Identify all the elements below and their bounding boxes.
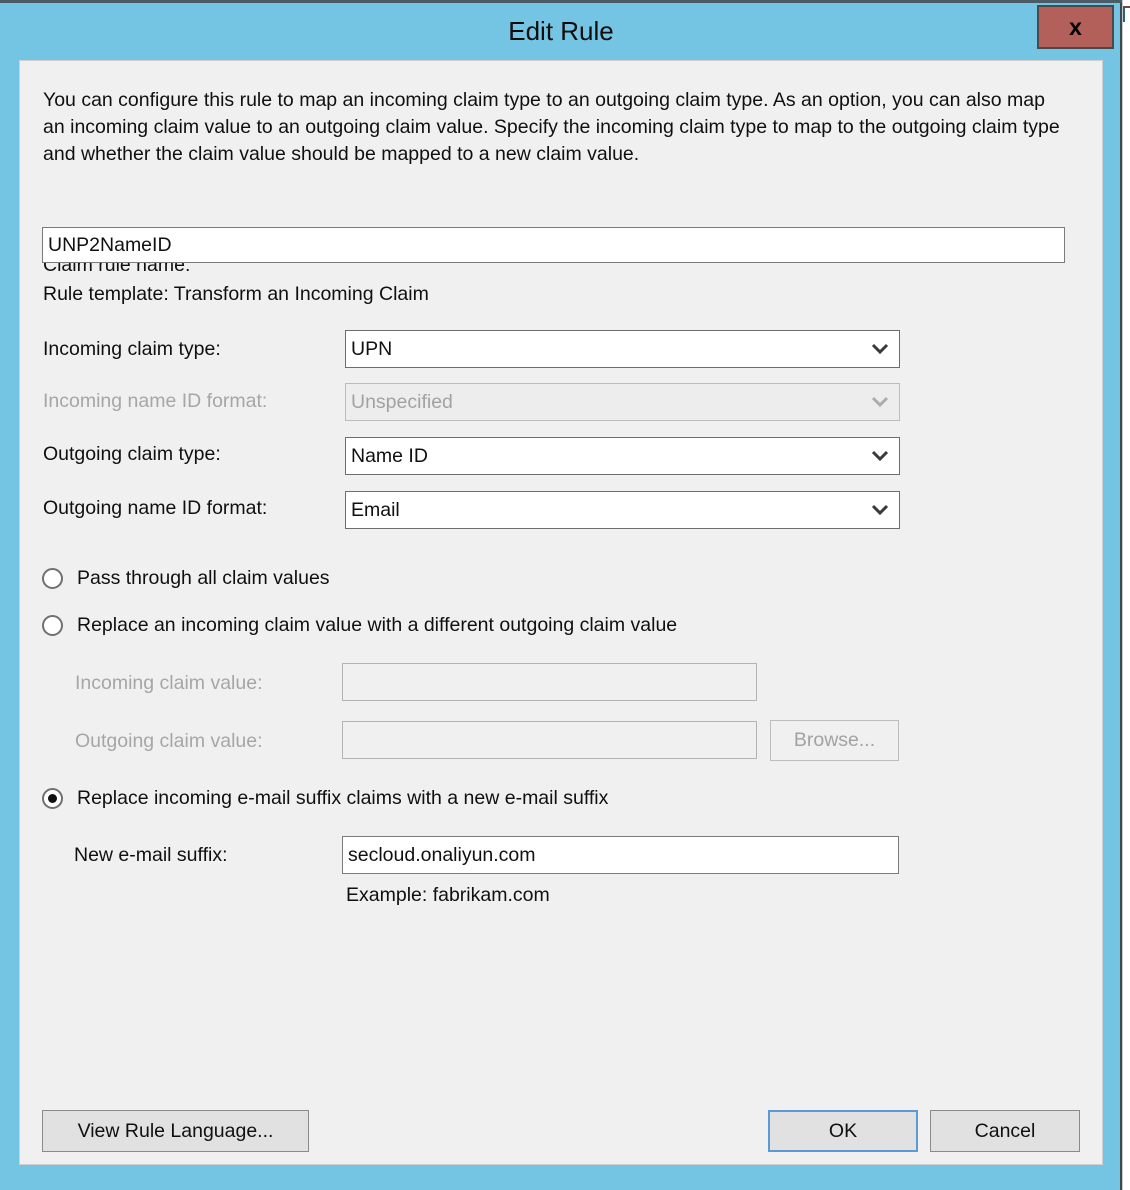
chevron-down-icon (870, 384, 890, 420)
incoming-claim-type-value: UPN (351, 338, 393, 360)
radio-replace-incoming-claim-value[interactable]: Replace an incoming claim value with a d… (42, 614, 677, 637)
incoming-name-id-format-select: Unspecified (345, 383, 900, 421)
incoming-claim-type-select[interactable]: UPN (345, 330, 900, 368)
ok-button[interactable]: OK (768, 1110, 918, 1152)
rule-template-label: Rule template: Transform an Incoming Cla… (43, 283, 429, 305)
outgoing-claim-type-select[interactable]: Name ID (345, 437, 900, 475)
radio-replace-value-label: Replace an incoming claim value with a d… (77, 614, 678, 636)
outgoing-claim-value-label: Outgoing claim value: (75, 730, 263, 752)
new-email-suffix-input[interactable]: secloud.onaliyun.com (342, 836, 899, 874)
claim-rule-name-input[interactable]: UNP2NameID (42, 227, 1065, 263)
titlebar: Edit Rule x (0, 3, 1122, 60)
incoming-name-id-format-label: Incoming name ID format: (43, 390, 268, 412)
intro-description: You can configure this rule to map an in… (43, 89, 1060, 165)
background-window-fragment (1123, 6, 1130, 22)
background-window-sliver (1122, 0, 1130, 1190)
browse-button: Browse... (770, 720, 899, 761)
outgoing-claim-type-label: Outgoing claim type: (43, 443, 221, 465)
radio-pass-through-all-claim-values[interactable]: Pass through all claim values (42, 567, 330, 590)
window-title: Edit Rule (508, 16, 614, 46)
outgoing-name-id-format-label: Outgoing name ID format: (43, 497, 268, 519)
edit-rule-dialog: Edit Rule x You can configure this rule … (0, 0, 1122, 1190)
view-rule-language-button[interactable]: View Rule Language... (42, 1110, 309, 1152)
chevron-down-icon (870, 438, 890, 474)
chevron-down-icon (870, 492, 890, 528)
email-suffix-example: Example: fabrikam.com (346, 884, 550, 906)
radio-replace-suffix-label: Replace incoming e-mail suffix claims wi… (77, 787, 609, 809)
outgoing-claim-value-input (342, 721, 757, 759)
cancel-button[interactable]: Cancel (930, 1110, 1080, 1152)
chevron-down-icon (870, 331, 890, 367)
incoming-claim-type-label: Incoming claim type: (43, 338, 221, 360)
dialog-content-panel: You can configure this rule to map an in… (19, 60, 1103, 1165)
new-email-suffix-label: New e-mail suffix: (74, 844, 228, 866)
outgoing-name-id-format-value: Email (351, 499, 400, 521)
outgoing-name-id-format-select[interactable]: Email (345, 491, 900, 529)
radio-icon (42, 568, 63, 589)
radio-pass-through-label: Pass through all claim values (77, 567, 330, 589)
outgoing-claim-type-value: Name ID (351, 445, 428, 467)
radio-icon (42, 615, 63, 636)
incoming-claim-value-input (342, 663, 757, 701)
radio-replace-email-suffix[interactable]: Replace incoming e-mail suffix claims wi… (42, 787, 608, 810)
radio-icon (42, 788, 63, 809)
close-icon[interactable]: x (1037, 5, 1114, 49)
incoming-name-id-format-value: Unspecified (351, 391, 453, 413)
incoming-claim-value-label: Incoming claim value: (75, 672, 263, 694)
